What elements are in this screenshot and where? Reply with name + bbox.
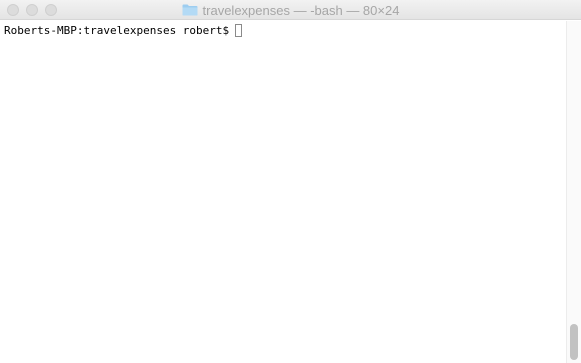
title-bar[interactable]: travelexpenses — -bash — 80×24 xyxy=(0,0,581,20)
folder-icon xyxy=(182,4,198,16)
terminal-window: travelexpenses — -bash — 80×24 Roberts-M… xyxy=(0,0,581,363)
shell-prompt: Roberts-MBP:travelexpenses robert$ xyxy=(4,24,230,37)
window-title: travelexpenses — -bash — 80×24 xyxy=(202,2,400,18)
window-title-container: travelexpenses — -bash — 80×24 xyxy=(0,0,581,20)
terminal-content[interactable]: Roberts-MBP:travelexpenses robert$ xyxy=(0,21,566,363)
prompt-line: Roberts-MBP:travelexpenses robert$ xyxy=(4,23,566,38)
text-cursor xyxy=(235,24,243,37)
vertical-scrollbar[interactable] xyxy=(566,21,581,363)
scrollbar-thumb[interactable] xyxy=(570,324,578,360)
